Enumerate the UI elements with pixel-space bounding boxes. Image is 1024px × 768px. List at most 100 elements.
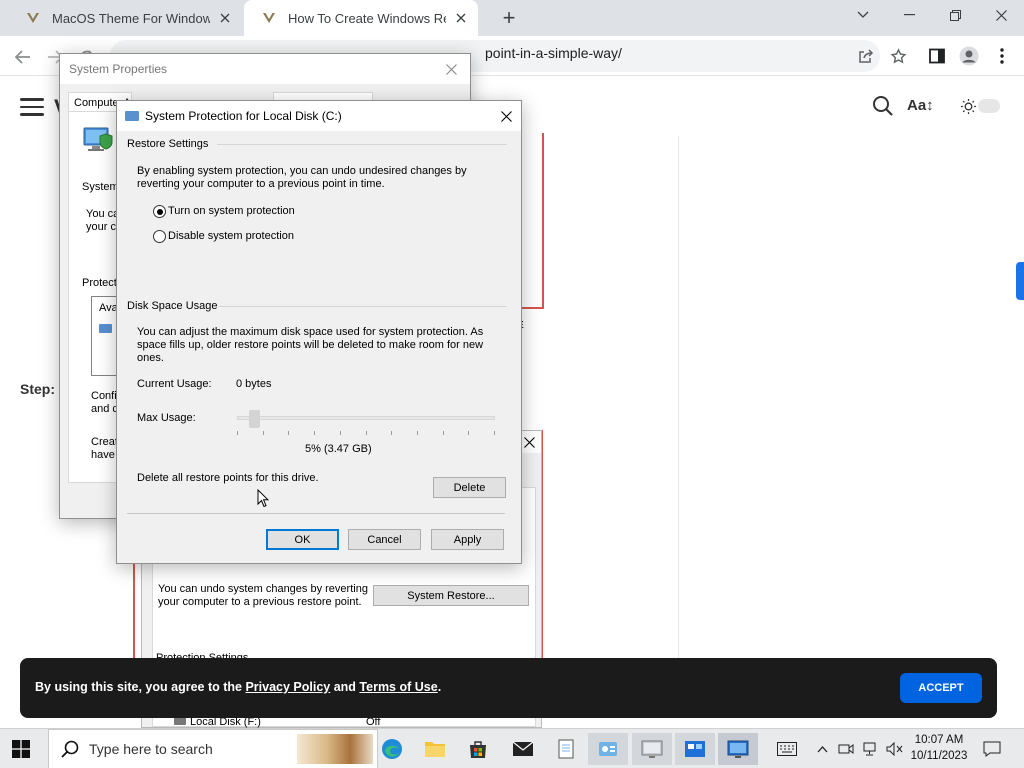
max-usage-slider-track[interactable] xyxy=(237,416,495,420)
footer-divider xyxy=(127,513,505,514)
taskbar-clock[interactable]: 10:07 AM 10/11/2023 xyxy=(906,732,972,764)
current-usage-value: 0 bytes xyxy=(236,378,272,390)
current-usage-label: Current Usage: xyxy=(137,378,212,390)
apply-button[interactable]: Apply xyxy=(431,529,504,550)
mail-icon[interactable] xyxy=(503,733,543,765)
drive-icon xyxy=(125,111,139,121)
system-properties-task-icon[interactable] xyxy=(632,733,672,765)
drive-icon xyxy=(174,717,186,725)
search-icon xyxy=(61,740,79,758)
control-panel-icon[interactable] xyxy=(588,733,628,765)
side-panel-icon[interactable] xyxy=(923,42,951,70)
cancel-button[interactable]: Cancel xyxy=(348,529,421,550)
close-tab-icon[interactable] xyxy=(216,9,234,27)
slider-tick xyxy=(314,431,316,435)
hamburger-menu-icon[interactable] xyxy=(20,93,44,121)
tab-search-chevron-icon[interactable] xyxy=(840,0,886,30)
screen: MacOS Theme For Windows 10 How To Create… xyxy=(0,0,1024,768)
notepad-icon[interactable] xyxy=(546,733,586,765)
description-fragment: You ca xyxy=(86,208,120,220)
restore-window-icon[interactable] xyxy=(932,0,978,30)
cookie-text-prefix: By using this site, you agree to the xyxy=(35,680,246,694)
restore-settings-heading: Restore Settings xyxy=(127,138,209,150)
back-arrow-icon[interactable] xyxy=(10,44,36,70)
description-fragment: your c xyxy=(86,221,116,233)
browser-tab-active[interactable]: How To Create Windows Restor xyxy=(244,0,478,36)
delete-description: Delete all restore points for this drive… xyxy=(137,472,319,484)
windows-settings-app-icon[interactable] xyxy=(675,733,715,765)
browser-tab-strip: MacOS Theme For Windows 10 How To Create… xyxy=(0,0,1024,36)
list-header-fragment: Ava xyxy=(99,302,118,314)
privacy-policy-link[interactable]: Privacy Policy xyxy=(245,680,330,694)
close-tab-icon[interactable] xyxy=(452,9,470,27)
meet-now-icon[interactable] xyxy=(836,739,856,759)
edge-browser-icon[interactable] xyxy=(372,733,412,765)
slider-tick xyxy=(442,431,444,435)
turn-on-protection-radio[interactable] xyxy=(153,205,166,218)
microsoft-store-icon[interactable] xyxy=(458,733,498,765)
disable-protection-radio[interactable] xyxy=(153,230,166,243)
slider-tick xyxy=(391,431,393,435)
slider-tick xyxy=(339,431,341,435)
theme-toggle[interactable] xyxy=(978,99,1000,113)
disable-protection-label[interactable]: Disable system protection xyxy=(168,230,294,243)
slider-tick xyxy=(288,431,290,435)
file-explorer-icon[interactable] xyxy=(415,733,455,765)
side-scroll-tab[interactable] xyxy=(1016,262,1024,300)
text-size-button[interactable]: Aa↕ xyxy=(907,97,934,114)
keyboard-icon[interactable] xyxy=(774,739,800,759)
system-restore-button[interactable]: System Restore... xyxy=(373,585,529,606)
taskbar-search-placeholder: Type here to search xyxy=(89,741,213,757)
search-icon[interactable] xyxy=(872,95,894,122)
windows-start-icon[interactable] xyxy=(12,740,30,763)
slider-tick xyxy=(262,431,264,435)
share-icon[interactable] xyxy=(852,42,880,70)
show-hidden-icons-chevron-icon[interactable] xyxy=(814,739,830,759)
turn-on-protection-label[interactable]: Turn on system protection xyxy=(168,205,295,218)
dialog-title: System Properties xyxy=(69,62,168,76)
minimize-icon[interactable] xyxy=(886,0,932,30)
profile-avatar-icon[interactable] xyxy=(955,42,983,70)
delete-button[interactable]: Delete xyxy=(433,477,506,498)
configure-fragment: and c xyxy=(91,403,118,415)
new-tab-button[interactable]: + xyxy=(494,4,524,32)
site-favicon-icon xyxy=(27,13,39,23)
dialog-title-bar: System Protection for Local Disk (C:) xyxy=(117,101,521,131)
cookie-text: By using this site, you agree to the Pri… xyxy=(35,680,441,694)
max-usage-slider-thumb[interactable] xyxy=(249,410,261,428)
tab-title: How To Create Windows Restor xyxy=(288,10,446,26)
group-divider xyxy=(219,306,507,307)
cookie-text-and: and xyxy=(330,680,360,694)
volume-muted-icon[interactable] xyxy=(884,739,906,759)
browser-tab[interactable]: MacOS Theme For Windows 10 xyxy=(8,0,242,36)
accept-button[interactable]: ACCEPT xyxy=(900,673,982,703)
browser-menu-icon[interactable] xyxy=(988,42,1016,70)
close-icon[interactable] xyxy=(491,101,521,131)
max-usage-readout: 5% (3.47 GB) xyxy=(305,443,372,455)
system-protection-dialog: System Protection for Local Disk (C:) Re… xyxy=(116,100,522,564)
slider-tick xyxy=(365,431,367,435)
clock-time: 10:07 AM xyxy=(914,734,964,746)
network-icon[interactable] xyxy=(860,739,882,759)
group-divider xyxy=(217,144,507,145)
cookie-banner: By using this site, you agree to the Pri… xyxy=(20,658,997,718)
bookmark-star-icon[interactable] xyxy=(884,42,912,70)
drive-icon xyxy=(99,324,112,333)
slider-tick xyxy=(237,431,238,435)
url-text: point-in-a-simple-way/ xyxy=(485,45,622,61)
system-restore-description: You can undo system changes by reverting… xyxy=(158,583,368,608)
disk-space-heading: Disk Space Usage xyxy=(127,300,218,312)
close-window-icon[interactable] xyxy=(978,0,1024,30)
content-divider xyxy=(678,136,679,676)
terms-of-use-link[interactable]: Terms of Use xyxy=(359,680,437,694)
taskbar-search-box[interactable]: Type here to search xyxy=(48,729,378,768)
taskbar: Type here to search 10:07 AM 10/11/2023 xyxy=(0,728,1024,768)
system-protection-task-icon[interactable] xyxy=(718,733,758,765)
notifications-icon[interactable] xyxy=(980,739,1004,759)
slider-ticks xyxy=(237,431,495,435)
ok-button[interactable]: OK xyxy=(266,529,339,550)
sun-icon xyxy=(960,98,977,120)
computer-shield-icon xyxy=(82,124,114,157)
tab-title: MacOS Theme For Windows 10 xyxy=(52,10,210,26)
close-icon[interactable] xyxy=(436,54,466,84)
